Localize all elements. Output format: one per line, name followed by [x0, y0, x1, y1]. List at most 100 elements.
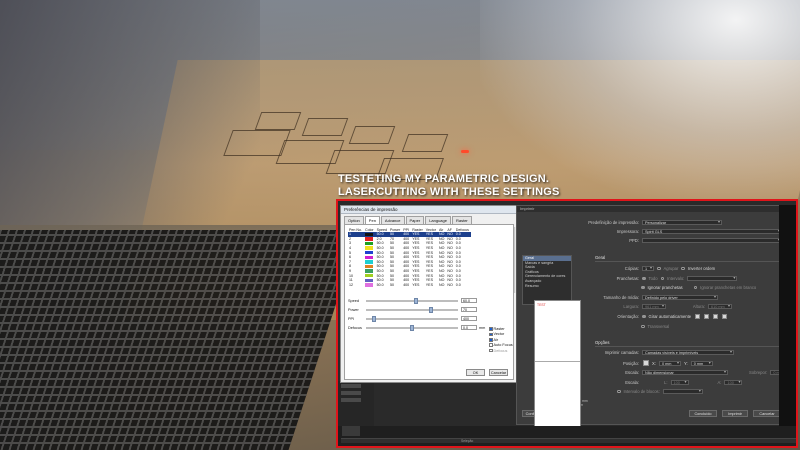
- ok-button[interactable]: OK: [466, 369, 485, 376]
- option-checkbox[interactable]: [489, 332, 493, 337]
- position-anchor-icon[interactable]: [643, 360, 649, 366]
- scaling-dropdown[interactable]: Não dimensionar: [642, 370, 728, 375]
- dimensions-row: Largura: 961 mm Altura: 610 mm: [603, 304, 732, 309]
- cancel-button[interactable]: Cancelar: [489, 369, 508, 376]
- speed-thumb[interactable]: [413, 297, 418, 304]
- pen-af: NO: [447, 282, 453, 287]
- speed-field[interactable]: 60.0: [461, 298, 477, 303]
- tab-option[interactable]: Option: [344, 216, 364, 224]
- speed-slider[interactable]: [366, 297, 458, 304]
- position-x-field[interactable]: 0 mm: [658, 360, 681, 366]
- caption: TESTETING MY PARAMETRIC DESIGN. LASERCUT…: [338, 173, 560, 199]
- print-layers-row: Imprimir camadas: Camadas visíveis e imp…: [599, 350, 734, 355]
- power-label: Power: [348, 307, 359, 312]
- cut-shape: [301, 118, 349, 136]
- portrait-flipped-icon[interactable]: [713, 314, 719, 319]
- height-field[interactable]: 610 mm: [708, 304, 732, 309]
- print-category-item[interactable]: Resumo: [523, 284, 571, 289]
- all-radio[interactable]: [642, 276, 646, 281]
- orientation-label: Orientação:: [617, 314, 639, 319]
- print-dialog-title: Imprimir: [517, 206, 796, 212]
- tile-range-field[interactable]: [662, 389, 703, 394]
- position-label: Posição:: [622, 360, 639, 366]
- media-size-label: Tamanho de mídia:: [603, 295, 639, 300]
- col-defocus: Defocus: [455, 227, 469, 232]
- power-field[interactable]: 70: [461, 307, 477, 312]
- preset-dropdown[interactable]: Personalizar: [642, 220, 722, 225]
- print-layers-dropdown[interactable]: Camadas visíveis e imprimíveis: [642, 350, 734, 355]
- media-size-dropdown[interactable]: Definido pelo driver: [642, 295, 718, 300]
- option-checkbox[interactable]: [489, 327, 493, 331]
- power-row: Power 70: [348, 306, 477, 313]
- pen-color-swatch: [365, 260, 373, 264]
- option-check-label: Auto Focus: [493, 343, 513, 348]
- skip-blank-checkbox[interactable]: [693, 285, 698, 290]
- printer-dropdown[interactable]: Spirit GLS: [642, 229, 782, 234]
- pen-color-swatch: [365, 278, 373, 282]
- speed-label: Speed: [348, 298, 359, 303]
- cut-shape: [348, 126, 396, 144]
- print-button[interactable]: Imprimir: [722, 410, 748, 417]
- done-button[interactable]: Concluído: [689, 410, 717, 417]
- tab-paper[interactable]: Paper: [405, 216, 425, 224]
- overlap-label: Sobrepor:: [749, 370, 768, 375]
- ppi-field[interactable]: 400: [461, 316, 477, 321]
- auto-rotate-checkbox[interactable]: [642, 314, 646, 319]
- tab-advance[interactable]: Advance: [380, 216, 405, 224]
- portrait-icon[interactable]: [695, 314, 701, 319]
- tab-pen[interactable]: Pen: [364, 216, 380, 224]
- tab-language[interactable]: Language: [425, 216, 451, 224]
- transverse-label: Transversal: [647, 324, 670, 329]
- position-y-field[interactable]: 0 mm: [690, 360, 713, 366]
- pen-color-swatch: [365, 283, 373, 287]
- artboards-label: Pranchetas:: [616, 276, 639, 281]
- power-thumb[interactable]: [428, 306, 433, 313]
- scale-width-field[interactable]: 100: [670, 380, 689, 385]
- pen-color-swatch: [365, 255, 373, 259]
- pen-defocus: 0.0: [455, 282, 461, 287]
- ppi-row: PPI 400: [348, 315, 477, 322]
- ppi-thumb[interactable]: [371, 315, 376, 322]
- printer-row: Impressora: Spirit GLS: [577, 229, 782, 234]
- option-check-label: Defocus: [493, 348, 508, 353]
- orientation-row: Orientação: Girar automaticamente: [603, 314, 728, 319]
- copies-field[interactable]: 1: [642, 266, 654, 271]
- pen-no: 12: [349, 282, 353, 287]
- landscape-icon[interactable]: [704, 314, 710, 319]
- interval-radio[interactable]: [660, 276, 665, 281]
- tab-raster[interactable]: Raster: [451, 216, 472, 224]
- reverse-checkbox[interactable]: [681, 266, 685, 271]
- dialog-title: Preferências de impressão: [341, 206, 517, 214]
- pen-raster: YES: [412, 282, 420, 287]
- scaling-label: Escala:: [625, 370, 639, 375]
- ppi-slider[interactable]: [366, 315, 458, 322]
- preview-label: TEST: [537, 303, 546, 307]
- collate-checkbox[interactable]: [657, 266, 661, 271]
- transverse-checkbox[interactable]: [641, 324, 645, 329]
- position-row: Posição: X: 0 mm Y: 0 mm: [599, 360, 713, 366]
- interval-field[interactable]: [687, 276, 738, 281]
- defocus-slider[interactable]: [366, 324, 458, 331]
- pen-row[interactable]: 12 50.0 50 400 YES YES NO NO 0.0: [348, 283, 471, 288]
- section-geral: Geral: [595, 255, 606, 260]
- print-cancel-button[interactable]: Cancelar: [753, 410, 781, 417]
- tile-range-row: Intervalo de blocos:: [617, 389, 703, 394]
- landscape-flipped-icon[interactable]: [722, 314, 728, 319]
- pen-speed: 50.0: [376, 282, 384, 287]
- width-field[interactable]: 961 mm: [642, 304, 666, 309]
- option-checkbox[interactable]: [489, 338, 493, 342]
- defocus-unit: mm: [479, 325, 486, 330]
- col-color: Color: [365, 227, 374, 232]
- defocus-thumb[interactable]: [410, 324, 415, 331]
- scale-height-field[interactable]: 100: [724, 380, 743, 385]
- option-checkbox[interactable]: [489, 348, 493, 353]
- tile-range-checkbox[interactable]: [617, 389, 621, 394]
- ignore-row: Ignorar pranchetas Ignorar pranchetas em…: [641, 285, 756, 290]
- pen-color: [364, 283, 376, 288]
- caption-line-2: LASERCUTTING WITH THESE SETTINGS: [338, 186, 560, 198]
- power-slider[interactable]: [366, 306, 458, 313]
- ppd-dropdown[interactable]: [642, 238, 782, 243]
- defocus-field[interactable]: 0.0: [461, 325, 477, 330]
- ignore-artboards-checkbox[interactable]: [641, 285, 645, 290]
- option-checkbox[interactable]: [489, 343, 493, 347]
